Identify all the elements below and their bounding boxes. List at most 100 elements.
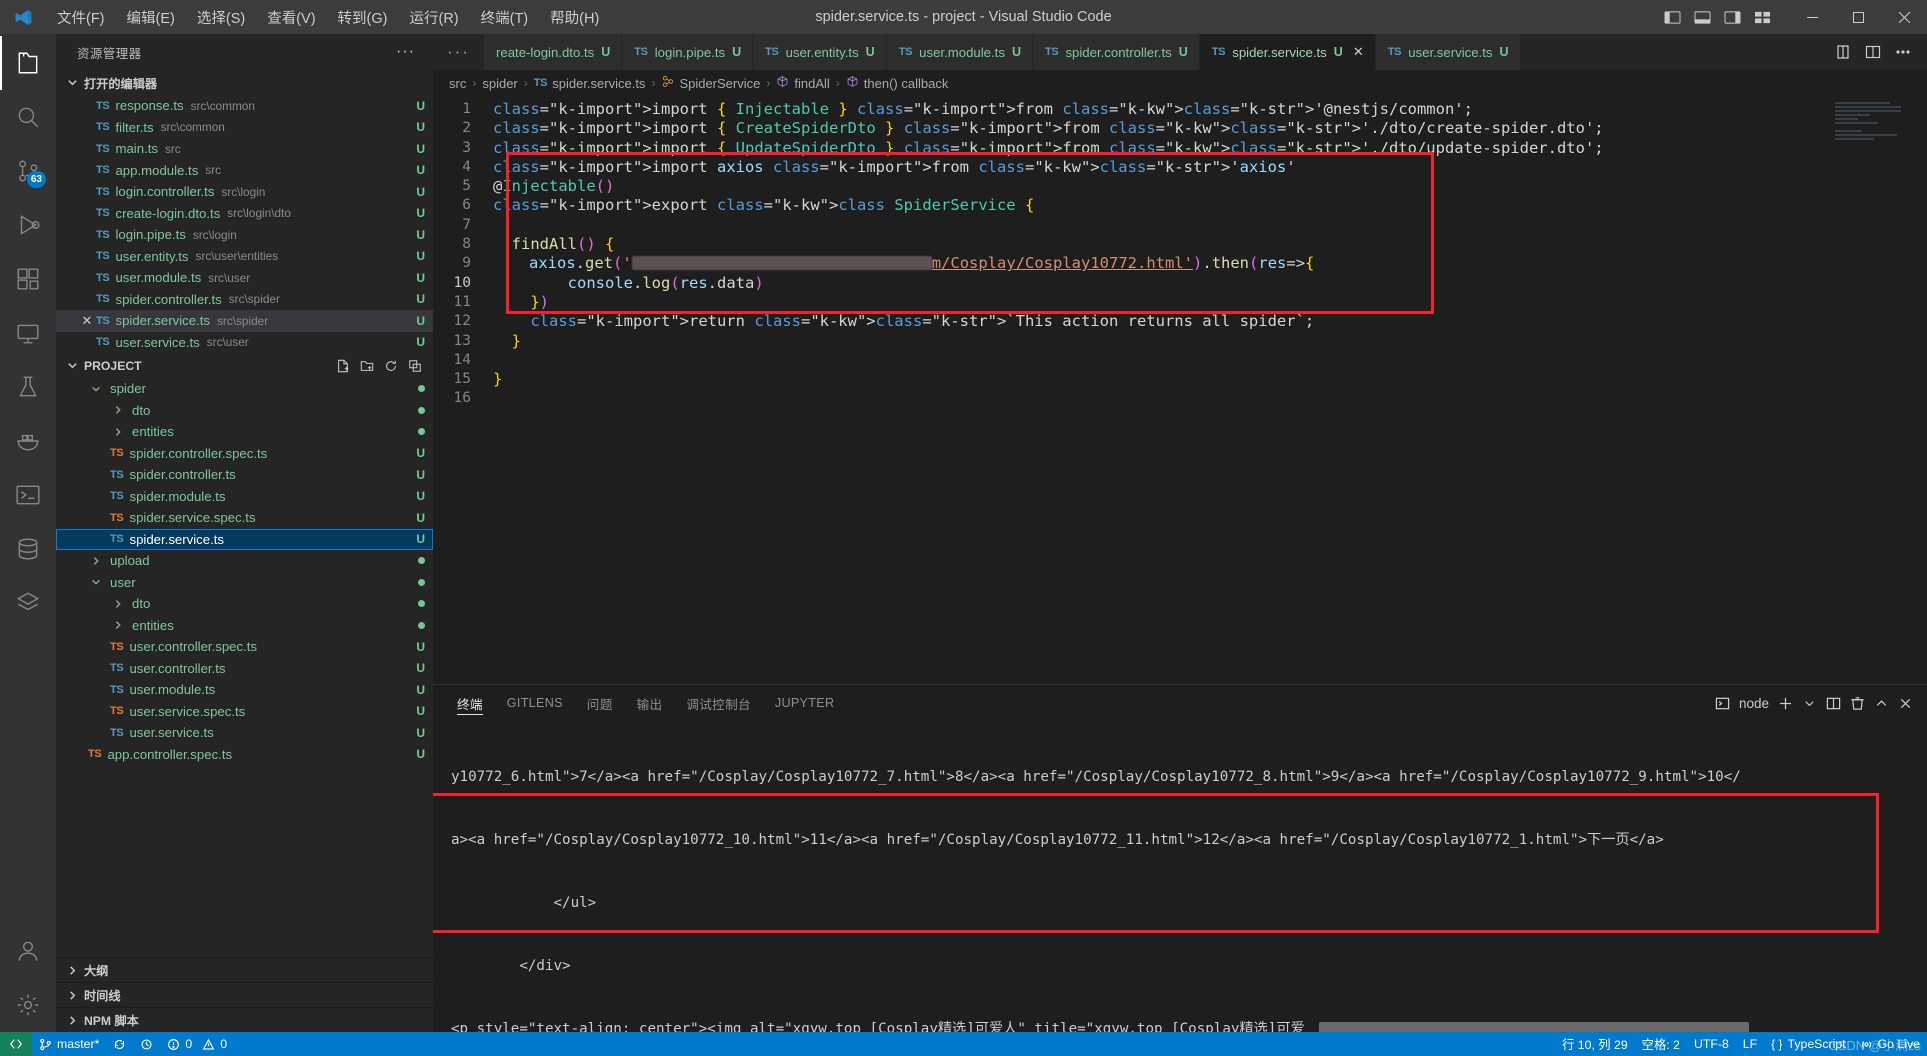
activitybar-remote-explorer[interactable]	[0, 306, 56, 360]
editor-tab[interactable]: TS login.pipe.ts U	[622, 34, 754, 70]
new-file-icon[interactable]	[333, 356, 353, 376]
menu-go[interactable]: 转到(G)	[327, 3, 399, 32]
activitybar-settings-gear-icon[interactable]	[0, 978, 56, 1032]
code-line[interactable]: 16	[433, 389, 1927, 408]
chevron-down-icon[interactable]	[1802, 696, 1817, 711]
split-terminal-icon[interactable]	[1826, 696, 1841, 711]
activitybar-explorer[interactable]	[0, 36, 56, 90]
tree-file-row[interactable]: TS spider.service.spec.ts U	[56, 507, 433, 529]
open-editor-item[interactable]: TS login.controller.ts src\login U	[56, 181, 433, 203]
maximize-button[interactable]	[1835, 0, 1881, 34]
editor-tab[interactable]: TS user.entity.ts U	[753, 34, 887, 70]
code-content[interactable]: 1 class="k-import">import { Injectable } …	[433, 96, 1927, 409]
activity-bar[interactable]: 63	[0, 34, 56, 1032]
tabs-overflow-dots[interactable]: ···	[433, 34, 484, 70]
activitybar-docker[interactable]	[0, 414, 56, 468]
tree-folder-row[interactable]: dto	[56, 400, 433, 422]
new-terminal-icon[interactable]	[1778, 696, 1793, 711]
editor-tab[interactable]: reate-login.dto.ts U	[483, 34, 623, 70]
open-editors-header[interactable]: 打开的编辑器	[56, 70, 433, 95]
breadcrumb-item[interactable]: then() callback	[846, 75, 948, 91]
editor-tabs-actions[interactable]	[1819, 34, 1927, 70]
status-indentation[interactable]: 空格: 2	[1635, 1032, 1687, 1056]
project-file-tree[interactable]: spider dto entities TS spider.controller.spe…	[56, 378, 433, 957]
npm-scripts-section-header[interactable]: NPM 脚本	[56, 1007, 433, 1032]
menu-run[interactable]: 运行(R)	[398, 3, 469, 32]
terminal-shell-icon[interactable]	[1715, 696, 1730, 711]
tree-folder-row[interactable]: entities	[56, 421, 433, 443]
status-encoding[interactable]: UTF-8	[1687, 1032, 1736, 1056]
terminal-shell-label[interactable]: node	[1739, 696, 1769, 711]
activitybar-terminal-view[interactable]	[0, 468, 56, 522]
panel-tab-jupyter[interactable]: JUPYTER	[775, 685, 834, 721]
toggle-secondary-sidebar-icon[interactable]	[1719, 6, 1745, 28]
panel-tab-output[interactable]: 输出	[637, 685, 663, 721]
tree-folder-row[interactable]: entities	[56, 615, 433, 637]
toggle-primary-sidebar-icon[interactable]	[1659, 6, 1685, 28]
code-line[interactable]: 12 class="k-import">return class="k-kw">…	[433, 312, 1927, 331]
split-editor-icon[interactable]	[1831, 40, 1855, 64]
tree-file-row[interactable]: TS spider.controller.spec.ts U	[56, 443, 433, 465]
activitybar-source-control[interactable]: 63	[0, 144, 56, 198]
tree-file-row[interactable]: TS spider.controller.ts U	[56, 464, 433, 486]
panel-actions[interactable]: node	[1715, 696, 1927, 711]
panel-tab-terminal[interactable]: 终端	[457, 685, 483, 721]
code-line[interactable]: 6 class="k-import">export class="k-kw">cl…	[433, 196, 1927, 215]
editor-tab-list[interactable]: reate-login.dto.ts U TS login.pipe.ts U TS use…	[483, 34, 1521, 70]
breadcrumb-item[interactable]: src	[449, 76, 466, 91]
close-button[interactable]	[1881, 0, 1927, 34]
collapse-all-icon[interactable]	[405, 356, 425, 376]
code-line[interactable]: 10 console.log(res.data)	[433, 274, 1927, 293]
tree-file-row[interactable]: TS user.controller.ts U	[56, 658, 433, 680]
status-remote-indicator[interactable]	[0, 1032, 32, 1056]
open-editor-item[interactable]: TS user.service.ts src\user U	[56, 332, 433, 354]
menu-terminal[interactable]: 终端(T)	[470, 3, 540, 32]
activitybar-extensions[interactable]	[0, 252, 56, 306]
open-editor-item[interactable]: TS user.module.ts src\user U	[56, 267, 433, 289]
activitybar-search[interactable]	[0, 90, 56, 144]
toggle-panel-icon[interactable]	[1689, 6, 1715, 28]
activitybar-accounts[interactable]	[0, 924, 56, 978]
project-header[interactable]: PROJECT	[56, 353, 433, 378]
tree-file-row[interactable]: TS user.module.ts U	[56, 679, 433, 701]
editor-layout-icon[interactable]	[1861, 40, 1885, 64]
more-actions-icon[interactable]	[1891, 40, 1915, 64]
menu-bar[interactable]: 文件(F) 编辑(E) 选择(S) 查看(V) 转到(G) 运行(R) 终端(T…	[46, 3, 610, 32]
activitybar-run-and-debug[interactable]	[0, 198, 56, 252]
panel-tab-debug-console[interactable]: 调试控制台	[686, 685, 750, 721]
tree-file-row[interactable]: TS spider.module.ts U	[56, 486, 433, 508]
status-gitlens[interactable]	[133, 1032, 160, 1056]
code-line[interactable]: 11 })	[433, 293, 1927, 312]
timeline-section-header[interactable]: 时间线	[56, 982, 433, 1007]
open-editor-item[interactable]: TS app.module.ts src U	[56, 160, 433, 182]
new-folder-icon[interactable]	[357, 356, 377, 376]
tree-file-row[interactable]: TS user.service.spec.ts U	[56, 701, 433, 723]
code-line[interactable]: 8 findAll() {	[433, 235, 1927, 254]
status-cursor-position[interactable]: 行 10, 列 29	[1555, 1032, 1635, 1056]
maximize-panel-icon[interactable]	[1874, 696, 1889, 711]
menu-edit[interactable]: 编辑(E)	[116, 3, 186, 32]
tree-folder-row[interactable]: upload	[56, 550, 433, 572]
status-sync[interactable]	[106, 1032, 133, 1056]
code-line[interactable]: 1 class="k-import">import { Injectable } …	[433, 100, 1927, 119]
status-eol[interactable]: LF	[1736, 1032, 1764, 1056]
breadcrumb[interactable]: src › spider › TS spider.service.ts › SpiderSer…	[433, 70, 1927, 96]
open-editor-item[interactable]: TS spider.controller.ts src\spider U	[56, 289, 433, 311]
status-bar[interactable]: master* 0 0 行 10, 列 29 空格: 2 UTF-8 LF { …	[0, 1032, 1927, 1056]
code-line[interactable]: 5 @Injectable()	[433, 177, 1927, 196]
activitybar-layers[interactable]	[0, 576, 56, 630]
kill-terminal-icon[interactable]	[1850, 696, 1865, 711]
open-editor-item[interactable]: TS response.ts src\common U	[56, 95, 433, 117]
breadcrumb-item[interactable]: SpiderService	[661, 75, 760, 91]
terminal-output[interactable]: y10772_6.html">7</a><a href="/Cosplay/Co…	[433, 721, 1927, 1032]
open-editors-list[interactable]: TS response.ts src\common U TS filter.ts src\c…	[56, 95, 433, 353]
status-branch[interactable]: master*	[32, 1032, 106, 1056]
code-line[interactable]: 14	[433, 351, 1927, 370]
tree-file-row[interactable]: TS user.controller.spec.ts U	[56, 636, 433, 658]
tree-file-row[interactable]: TS app.controller.spec.ts U	[56, 744, 433, 766]
close-icon[interactable]: ✕	[1353, 44, 1364, 60]
panel-tabs[interactable]: 终端 GITLENS 问题 输出 调试控制台 JUPYTER node	[433, 685, 1927, 721]
code-line[interactable]: 2 class="k-import">import { CreateSpiderD…	[433, 119, 1927, 138]
code-line[interactable]: 4 class="k-import">import axios class="k-…	[433, 158, 1927, 177]
editor-tabs-bar[interactable]: ··· reate-login.dto.ts U TS login.pipe.ts U T…	[433, 34, 1927, 70]
